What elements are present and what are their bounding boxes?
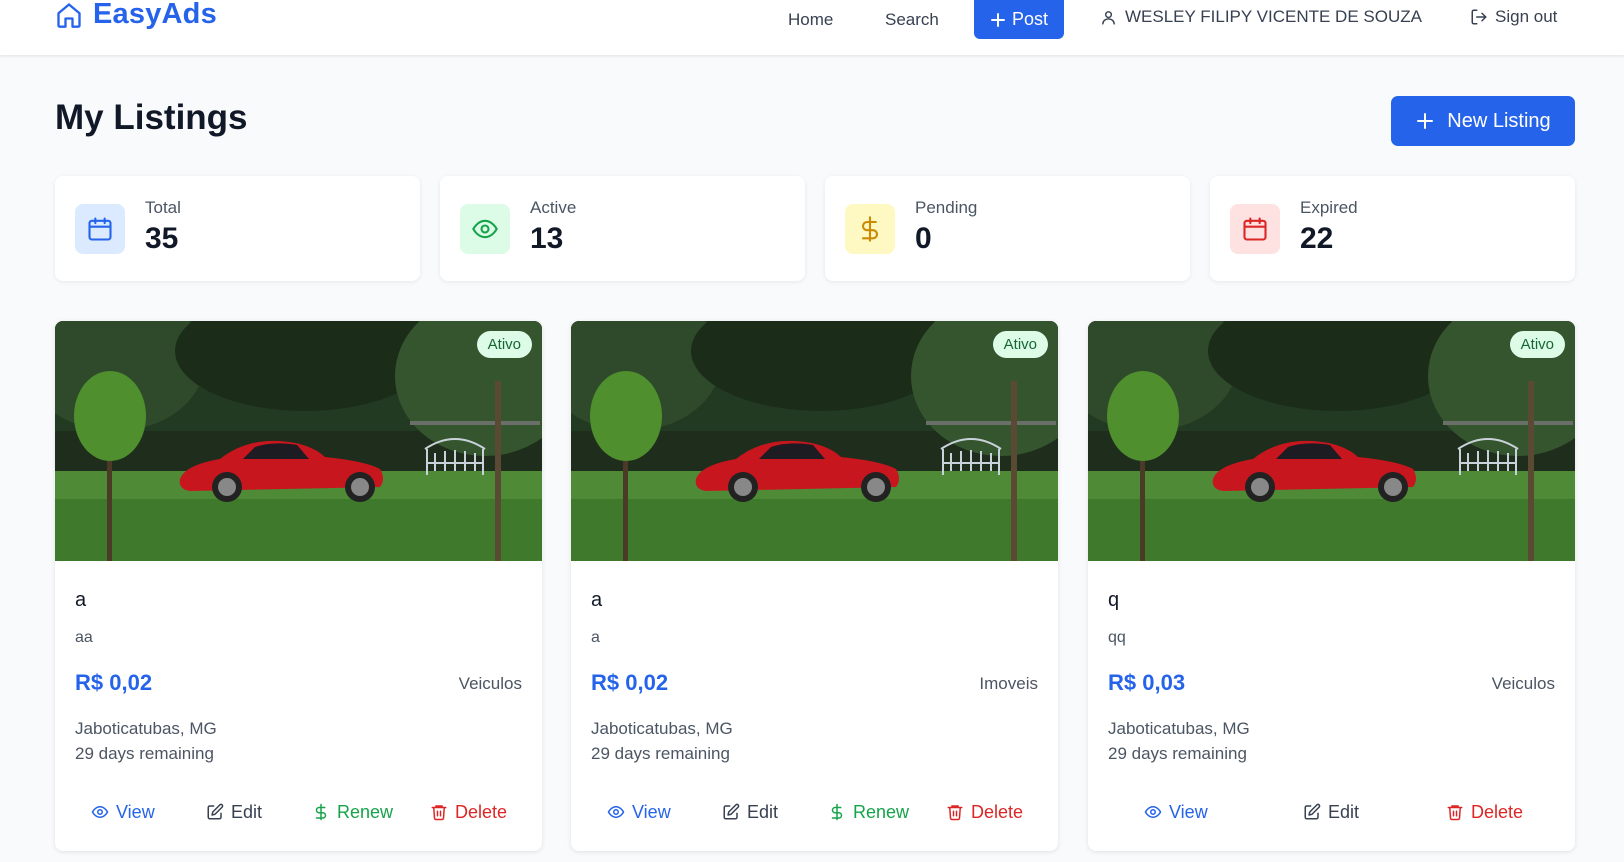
- listing-card: Ativo a a R$ 0,02 Imoveis Jaboticatubas,…: [571, 321, 1058, 851]
- stat-label: Total: [145, 198, 181, 217]
- stat-value: 0: [915, 222, 932, 255]
- delete-button[interactable]: Delete: [946, 797, 1023, 827]
- status-badge: Ativo: [1509, 331, 1565, 358]
- view-button[interactable]: View: [1144, 797, 1208, 827]
- stat-value: 22: [1300, 222, 1334, 255]
- logout-icon: [1470, 8, 1488, 26]
- brand-name: EasyAds: [93, 0, 217, 30]
- edit-button[interactable]: Edit: [722, 797, 778, 827]
- delete-label: Delete: [971, 801, 1024, 822]
- listing-price: R$ 0,02: [591, 670, 669, 695]
- status-badge: Ativo: [992, 331, 1048, 358]
- edit-label: Edit: [1328, 801, 1360, 822]
- home-icon: [55, 1, 83, 29]
- edit-button[interactable]: Edit: [1303, 797, 1359, 827]
- listing-location: Jaboticatubas, MG: [591, 719, 733, 738]
- dollar-icon: [312, 803, 330, 821]
- post-button[interactable]: Post: [974, 0, 1064, 39]
- view-button[interactable]: View: [607, 797, 671, 827]
- delete-button[interactable]: Delete: [1446, 797, 1523, 827]
- delete-label: Delete: [1471, 801, 1524, 822]
- trash-icon: [430, 803, 448, 821]
- edit-label: Edit: [747, 801, 779, 822]
- view-label: View: [116, 801, 155, 822]
- eye-icon: [1144, 803, 1162, 821]
- plus-icon: [1415, 111, 1435, 131]
- top-navbar: EasyAds Home Search Post WESLEY FILIPY V…: [0, 0, 1624, 55]
- eye-icon: [607, 803, 625, 821]
- dollar-icon: [828, 803, 846, 821]
- listing-remaining: 29 days remaining: [1108, 744, 1247, 763]
- listing-image[interactable]: Ativo: [1088, 321, 1575, 561]
- brand-logo[interactable]: EasyAds: [55, 0, 217, 31]
- renew-label: Renew: [853, 801, 910, 822]
- edit-label: Edit: [231, 801, 263, 822]
- listing-card: Ativo a aa R$ 0,02 Veiculos Jaboticatuba…: [55, 321, 542, 851]
- listing-category: Veiculos: [1491, 674, 1555, 693]
- nav-search-link[interactable]: Search: [885, 0, 939, 40]
- listing-category: Imoveis: [979, 674, 1038, 693]
- listing-category: Veiculos: [458, 674, 522, 693]
- stat-card-total: Total 35: [55, 176, 420, 281]
- stat-label: Active: [530, 198, 577, 217]
- post-button-label: Post: [1011, 9, 1049, 29]
- eye-icon: [460, 204, 510, 254]
- stat-card-expired: Expired 22: [1210, 176, 1575, 281]
- listing-price: R$ 0,02: [75, 670, 153, 695]
- eye-icon: [91, 803, 109, 821]
- stat-card-pending: Pending 0: [825, 176, 1190, 281]
- listing-location: Jaboticatubas, MG: [1108, 719, 1250, 738]
- calendar-icon: [1230, 204, 1280, 254]
- listing-location: Jaboticatubas, MG: [75, 719, 217, 738]
- status-badge: Ativo: [476, 331, 532, 358]
- page-title: My Listings: [55, 98, 248, 137]
- listing-description: aa: [75, 629, 93, 646]
- listing-title: q: [1108, 589, 1120, 611]
- listing-remaining: 29 days remaining: [75, 744, 214, 763]
- calendar-icon: [75, 204, 125, 254]
- edit-button[interactable]: Edit: [206, 797, 262, 827]
- listing-actions: View Edit Renew Delete: [55, 797, 542, 827]
- view-label: View: [1169, 801, 1208, 822]
- stat-value: 35: [145, 222, 179, 255]
- user-icon: [1100, 9, 1117, 26]
- listing-title: a: [591, 589, 603, 611]
- delete-button[interactable]: Delete: [430, 797, 507, 827]
- listing-remaining: 29 days remaining: [591, 744, 730, 763]
- trash-icon: [1446, 803, 1464, 821]
- listing-image[interactable]: Ativo: [571, 321, 1058, 561]
- stat-value: 13: [530, 222, 564, 255]
- user-menu[interactable]: WESLEY FILIPY VICENTE DE SOUZA: [1100, 0, 1422, 34]
- renew-button[interactable]: Renew: [312, 797, 393, 827]
- listing-image[interactable]: Ativo: [55, 321, 542, 561]
- stat-label: Expired: [1300, 198, 1358, 217]
- listing-price: R$ 0,03: [1108, 670, 1186, 695]
- user-name-label: WESLEY FILIPY VICENTE DE SOUZA: [1125, 7, 1422, 26]
- listing-description: a: [591, 629, 600, 646]
- edit-icon: [206, 803, 224, 821]
- listing-actions: View Edit Renew Delete: [571, 797, 1058, 827]
- listing-description: qq: [1108, 629, 1126, 646]
- renew-label: Renew: [337, 801, 394, 822]
- sign-out-label: Sign out: [1495, 7, 1558, 26]
- dollar-icon: [845, 204, 895, 254]
- listing-actions: View Edit Delete: [1088, 797, 1575, 827]
- listing-card: Ativo q qq R$ 0,03 Veiculos Jaboticatuba…: [1088, 321, 1575, 851]
- view-button[interactable]: View: [91, 797, 155, 827]
- listing-title: a: [75, 589, 87, 611]
- nav-home-link[interactable]: Home: [788, 0, 833, 40]
- plus-icon: [990, 12, 1006, 28]
- renew-button[interactable]: Renew: [828, 797, 909, 827]
- stat-card-active: Active 13: [440, 176, 805, 281]
- sign-out-button[interactable]: Sign out: [1470, 0, 1557, 34]
- edit-icon: [1303, 803, 1321, 821]
- stat-label: Pending: [915, 198, 978, 217]
- delete-label: Delete: [455, 801, 508, 822]
- new-listing-label: New Listing: [1447, 109, 1551, 132]
- trash-icon: [946, 803, 964, 821]
- view-label: View: [632, 801, 671, 822]
- edit-icon: [722, 803, 740, 821]
- new-listing-button[interactable]: New Listing: [1391, 96, 1575, 146]
